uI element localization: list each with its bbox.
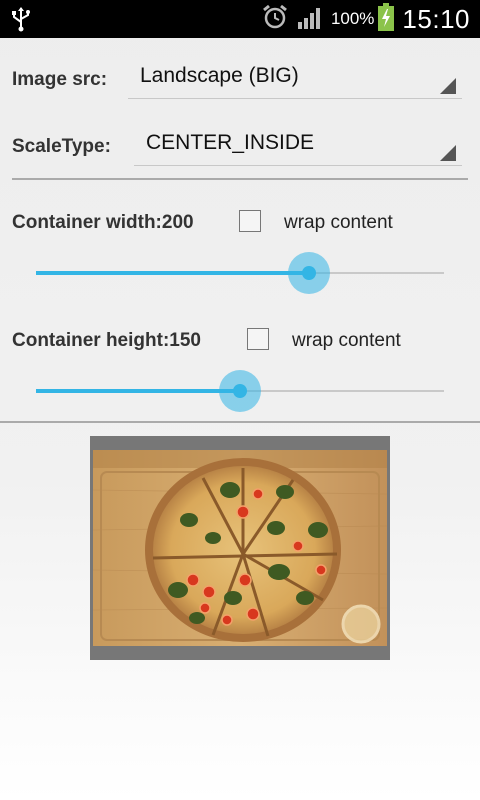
battery-charging-icon	[378, 2, 395, 36]
battery-percent: 100%	[330, 9, 375, 28]
slider-thumb[interactable]	[233, 384, 247, 398]
pizza-image	[93, 450, 387, 646]
scale-type-label: ScaleType:	[12, 136, 111, 157]
scale-type-spinner[interactable]: CENTER_INSIDE	[134, 129, 462, 166]
dropdown-arrow-icon	[440, 145, 456, 161]
image-container	[90, 436, 390, 660]
divider	[0, 421, 480, 423]
dropdown-arrow-icon	[440, 78, 456, 94]
height-slider[interactable]	[36, 370, 444, 412]
slider-fill	[36, 389, 240, 393]
width-wrap-checkbox[interactable]	[239, 210, 261, 232]
slider-fill	[36, 271, 310, 275]
height-wrap-checkbox[interactable]	[247, 328, 269, 350]
container-height-label: Container height:150	[12, 330, 201, 351]
container-width-label: Container width:200	[12, 212, 194, 233]
status-bar: 100% 15:10	[0, 0, 480, 38]
cell-signal-icon	[297, 4, 325, 35]
image-src-value: Landscape (BIG)	[140, 64, 299, 87]
width-wrap-label: wrap content	[284, 212, 393, 233]
clock-time: 15:10	[402, 3, 470, 34]
width-slider[interactable]	[36, 252, 444, 294]
image-src-spinner[interactable]: Landscape (BIG)	[128, 62, 462, 99]
image-src-label: Image src:	[12, 69, 108, 90]
scale-type-value: CENTER_INSIDE	[146, 131, 315, 154]
alarm-clock-icon	[261, 3, 289, 36]
usb-icon	[10, 6, 32, 37]
height-wrap-label: wrap content	[292, 330, 401, 351]
divider	[12, 178, 468, 180]
